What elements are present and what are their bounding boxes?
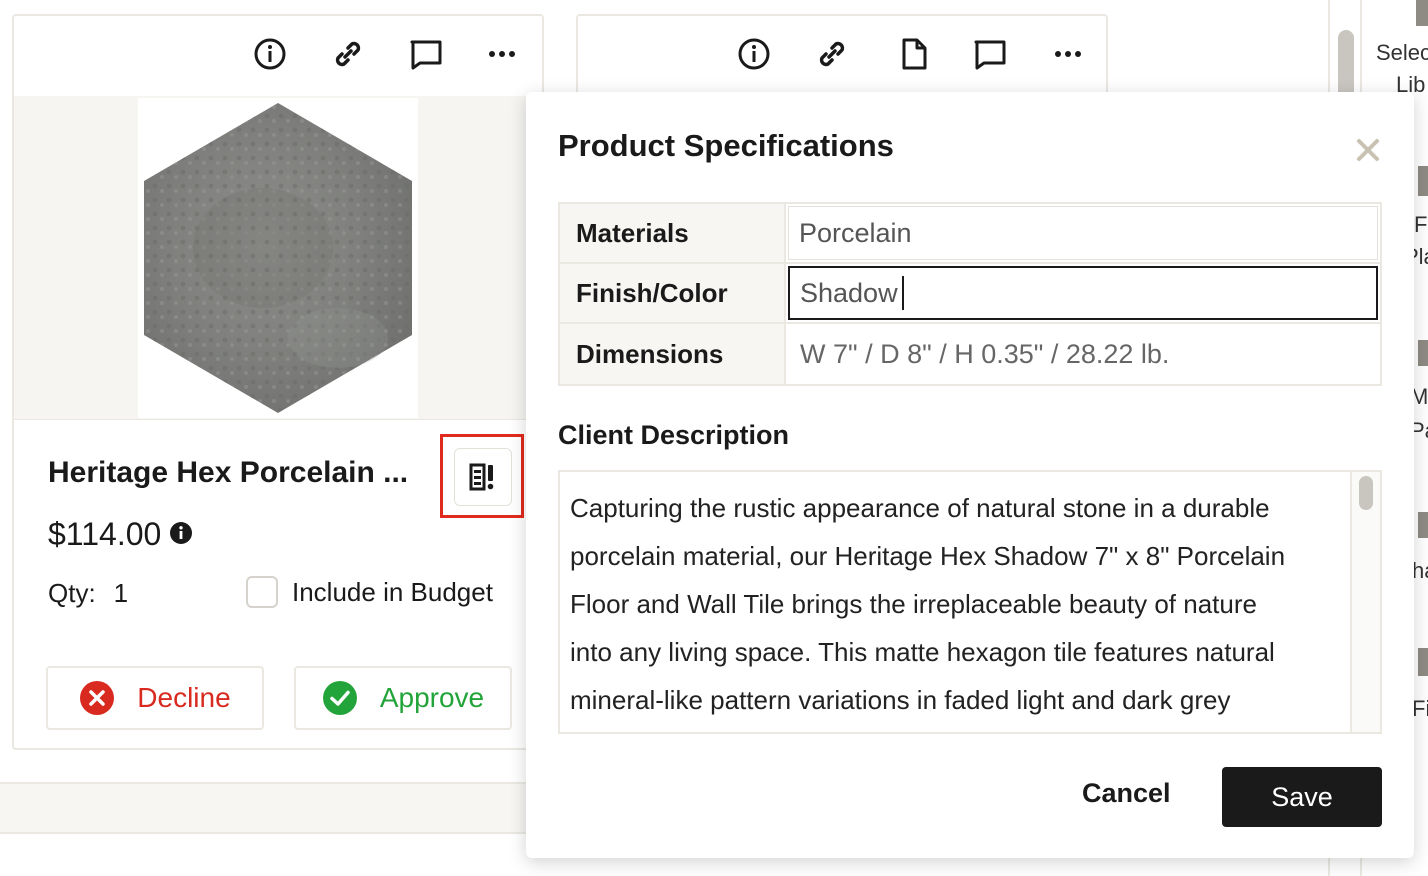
description-line: porcelain material, our Heritage Hex Sha… (570, 541, 1286, 571)
spec-label: Materials (560, 204, 786, 262)
info-icon[interactable] (252, 36, 288, 72)
comment-icon[interactable] (972, 36, 1008, 72)
library-item-icon (1416, 0, 1428, 26)
product-specifications-modal: Product Specifications Materials Porcela… (526, 92, 1414, 858)
dimensions-value: W 7" / D 8" / H 0.35" / 28.22 lb. (800, 338, 1170, 369)
spec-label: Dimensions (560, 324, 786, 384)
description-line: mineral-like pattern variations in faded… (570, 685, 1231, 715)
comment-icon[interactable] (408, 36, 444, 72)
link-icon[interactable] (330, 36, 366, 72)
quantity: Qty: 1 (48, 578, 128, 609)
scrollbar-thumb[interactable] (1359, 476, 1373, 510)
approve-check-icon (322, 681, 357, 715)
client-description-textarea[interactable]: Capturing the rustic appearance of natur… (558, 470, 1382, 734)
link-icon[interactable] (814, 36, 850, 72)
library-item-icon[interactable] (1418, 512, 1428, 538)
product-price: $114.00 (48, 516, 193, 553)
save-button[interactable]: Save (1222, 767, 1382, 827)
spec-table: Materials Porcelain Finish/Color Shadow … (558, 202, 1382, 386)
description-heading: Client Description (558, 420, 790, 450)
library-item-icon[interactable] (1418, 166, 1428, 196)
library-item-icon[interactable] (1418, 648, 1428, 676)
product-card: Heritage Hex Porcelain ... $114.00 Qty: 1… (12, 14, 544, 750)
budget-label: Include in Budget (292, 576, 493, 607)
product-title[interactable]: Heritage Hex Porcelain ... (48, 456, 408, 490)
library-item-icon[interactable] (1418, 340, 1428, 366)
close-icon[interactable] (1354, 136, 1382, 164)
side-panel-text: Fi (1412, 696, 1428, 721)
decline-button[interactable]: Decline (46, 666, 264, 730)
description-line: Floor and Wall Tile brings the irreplace… (570, 589, 1257, 619)
materials-input[interactable]: Porcelain (788, 206, 1378, 260)
approve-label: Approve (379, 682, 485, 713)
spec-label: Finish/Color (560, 264, 786, 322)
description-scrollbar[interactable] (1350, 472, 1380, 732)
qty-label: Qty: (48, 578, 96, 608)
include-in-budget[interactable]: Include in Budget (246, 576, 493, 608)
side-panel-text: F (1414, 212, 1428, 237)
finish-color-value: Shadow (800, 277, 898, 308)
price-value: $114.00 (48, 516, 162, 552)
spec-row-materials: Materials Porcelain (560, 204, 1380, 264)
more-icon[interactable] (484, 36, 520, 72)
highlight-frame (440, 434, 524, 518)
more-icon[interactable] (1050, 36, 1086, 72)
text-caret (901, 276, 904, 310)
description-text: Capturing the rustic appearance of natur… (570, 484, 1350, 724)
price-info-icon[interactable] (169, 516, 193, 553)
qty-value[interactable]: 1 (114, 578, 128, 608)
info-icon[interactable] (736, 36, 772, 72)
spec-row-dimensions: Dimensions W 7" / D 8" / H 0.35" / 28.22… (560, 324, 1380, 384)
spec-row-finish: Finish/Color Shadow (560, 264, 1380, 324)
approve-button[interactable]: Approve (294, 666, 512, 730)
description-line: into any living space. This matte hexago… (570, 637, 1275, 667)
product-image-area (14, 96, 542, 420)
document-icon[interactable] (896, 36, 932, 72)
side-panel-text: ha (1412, 558, 1428, 583)
decline-label: Decline (137, 682, 231, 713)
budget-checkbox[interactable] (246, 576, 278, 608)
list-footer-strip (0, 782, 526, 834)
description-line: Capturing the rustic appearance of natur… (570, 493, 1270, 523)
side-panel-text: Selec (1376, 40, 1428, 65)
side-panel-scrollbar[interactable] (1338, 30, 1354, 100)
finish-color-input[interactable]: Shadow (788, 266, 1378, 320)
product-image[interactable] (138, 98, 418, 418)
decline-x-icon (80, 681, 115, 715)
cancel-button[interactable]: Cancel (1082, 778, 1171, 809)
modal-title: Product Specifications (558, 128, 894, 163)
